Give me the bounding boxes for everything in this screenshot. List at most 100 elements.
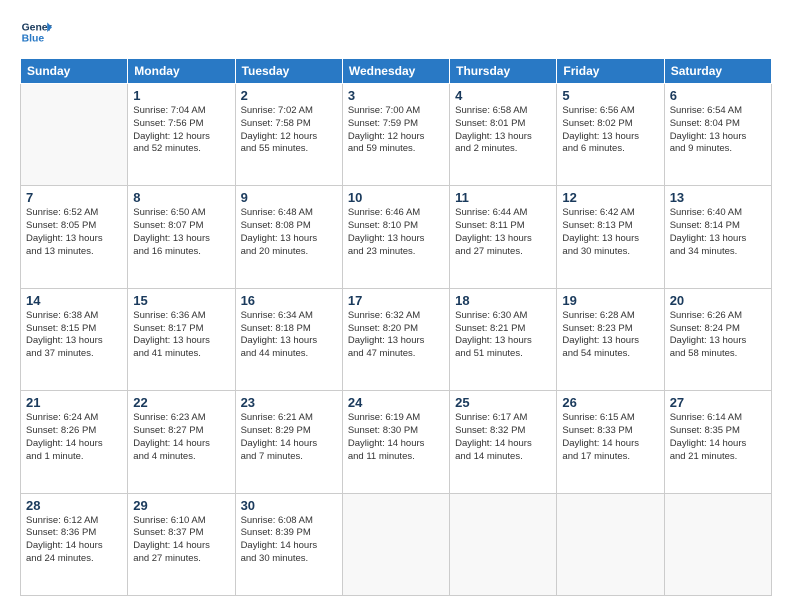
day-number: 19 bbox=[562, 293, 658, 308]
day-info: Sunrise: 6:23 AM Sunset: 8:27 PM Dayligh… bbox=[133, 412, 229, 463]
calendar-cell bbox=[664, 493, 771, 595]
day-info: Sunrise: 7:00 AM Sunset: 7:59 PM Dayligh… bbox=[348, 105, 444, 156]
day-number: 25 bbox=[455, 395, 551, 410]
day-number: 2 bbox=[241, 88, 337, 103]
calendar-cell bbox=[21, 84, 128, 186]
calendar-cell: 14 Sunrise: 6:38 AM Sunset: 8:15 PM Dayli… bbox=[21, 288, 128, 390]
weekday-header-cell: Tuesday bbox=[235, 59, 342, 84]
weekday-header-cell: Sunday bbox=[21, 59, 128, 84]
calendar-cell: 1 Sunrise: 7:04 AM Sunset: 7:56 PM Daylig… bbox=[128, 84, 235, 186]
calendar-week: 7 Sunrise: 6:52 AM Sunset: 8:05 PM Daylig… bbox=[21, 186, 772, 288]
calendar-cell: 28Sunrise: 6:12 AM Sunset: 8:36 PM Dayli… bbox=[21, 493, 128, 595]
logo: General Blue bbox=[20, 16, 52, 48]
weekday-header-cell: Monday bbox=[128, 59, 235, 84]
day-info: Sunrise: 6:52 AM Sunset: 8:05 PM Dayligh… bbox=[26, 207, 122, 258]
day-number: 26 bbox=[562, 395, 658, 410]
day-number: 1 bbox=[133, 88, 229, 103]
calendar-cell: 3 Sunrise: 7:00 AM Sunset: 7:59 PM Daylig… bbox=[342, 84, 449, 186]
calendar-table: SundayMondayTuesdayWednesdayThursdayFrid… bbox=[20, 58, 772, 596]
calendar-cell: 26 Sunrise: 6:15 AM Sunset: 8:33 PM Dayli… bbox=[557, 391, 664, 493]
calendar-cell bbox=[450, 493, 557, 595]
day-number: 4 bbox=[455, 88, 551, 103]
calendar-cell: 15Sunrise: 6:36 AM Sunset: 8:17 PM Dayli… bbox=[128, 288, 235, 390]
day-info: Sunrise: 6:10 AM Sunset: 8:37 PM Dayligh… bbox=[133, 515, 229, 566]
day-info: Sunrise: 6:58 AM Sunset: 8:01 PM Dayligh… bbox=[455, 105, 551, 156]
day-info: Sunrise: 6:44 AM Sunset: 8:11 PM Dayligh… bbox=[455, 207, 551, 258]
day-number: 24 bbox=[348, 395, 444, 410]
day-number: 10 bbox=[348, 190, 444, 205]
day-info: Sunrise: 6:54 AM Sunset: 8:04 PM Dayligh… bbox=[670, 105, 766, 156]
day-number: 17 bbox=[348, 293, 444, 308]
day-number: 11 bbox=[455, 190, 551, 205]
calendar-cell: 16Sunrise: 6:34 AM Sunset: 8:18 PM Dayli… bbox=[235, 288, 342, 390]
calendar-cell: 8 Sunrise: 6:50 AM Sunset: 8:07 PM Daylig… bbox=[128, 186, 235, 288]
day-info: Sunrise: 6:50 AM Sunset: 8:07 PM Dayligh… bbox=[133, 207, 229, 258]
day-info: Sunrise: 6:26 AM Sunset: 8:24 PM Dayligh… bbox=[670, 310, 766, 361]
day-info: Sunrise: 6:48 AM Sunset: 8:08 PM Dayligh… bbox=[241, 207, 337, 258]
weekday-header-cell: Wednesday bbox=[342, 59, 449, 84]
day-info: Sunrise: 6:24 AM Sunset: 8:26 PM Dayligh… bbox=[26, 412, 122, 463]
calendar-cell: 20 Sunrise: 6:26 AM Sunset: 8:24 PM Dayli… bbox=[664, 288, 771, 390]
day-number: 23 bbox=[241, 395, 337, 410]
day-info: Sunrise: 6:42 AM Sunset: 8:13 PM Dayligh… bbox=[562, 207, 658, 258]
weekday-header-cell: Thursday bbox=[450, 59, 557, 84]
calendar-cell: 13 Sunrise: 6:40 AM Sunset: 8:14 PM Dayli… bbox=[664, 186, 771, 288]
day-info: Sunrise: 6:17 AM Sunset: 8:32 PM Dayligh… bbox=[455, 412, 551, 463]
calendar-cell: 24 Sunrise: 6:19 AM Sunset: 8:30 PM Dayli… bbox=[342, 391, 449, 493]
day-number: 15 bbox=[133, 293, 229, 308]
calendar-cell: 23 Sunrise: 6:21 AM Sunset: 8:29 PM Dayli… bbox=[235, 391, 342, 493]
day-info: Sunrise: 6:46 AM Sunset: 8:10 PM Dayligh… bbox=[348, 207, 444, 258]
calendar-cell: 29 Sunrise: 6:10 AM Sunset: 8:37 PM Dayli… bbox=[128, 493, 235, 595]
page: General Blue SundayMondayTuesdayWednesda… bbox=[0, 0, 792, 612]
calendar-cell: 5 Sunrise: 6:56 AM Sunset: 8:02 PM Daylig… bbox=[557, 84, 664, 186]
day-number: 12 bbox=[562, 190, 658, 205]
day-number: 30 bbox=[241, 498, 337, 513]
day-info: Sunrise: 6:14 AM Sunset: 8:35 PM Dayligh… bbox=[670, 412, 766, 463]
calendar-cell: 12 Sunrise: 6:42 AM Sunset: 8:13 PM Dayli… bbox=[557, 186, 664, 288]
calendar-body: 1 Sunrise: 7:04 AM Sunset: 7:56 PM Daylig… bbox=[21, 84, 772, 596]
logo-icon: General Blue bbox=[20, 16, 52, 48]
weekday-header-cell: Friday bbox=[557, 59, 664, 84]
day-number: 5 bbox=[562, 88, 658, 103]
calendar-cell: 18 Sunrise: 6:30 AM Sunset: 8:21 PM Dayli… bbox=[450, 288, 557, 390]
day-info: Sunrise: 6:38 AM Sunset: 8:15 PM Dayligh… bbox=[26, 310, 122, 361]
svg-text:Blue: Blue bbox=[22, 34, 45, 45]
calendar-cell: 11 Sunrise: 6:44 AM Sunset: 8:11 PM Dayli… bbox=[450, 186, 557, 288]
calendar-cell: 30Sunrise: 6:08 AM Sunset: 8:39 PM Dayli… bbox=[235, 493, 342, 595]
day-info: Sunrise: 7:04 AM Sunset: 7:56 PM Dayligh… bbox=[133, 105, 229, 156]
day-info: Sunrise: 6:40 AM Sunset: 8:14 PM Dayligh… bbox=[670, 207, 766, 258]
calendar-week: 1 Sunrise: 7:04 AM Sunset: 7:56 PM Daylig… bbox=[21, 84, 772, 186]
day-info: Sunrise: 6:32 AM Sunset: 8:20 PM Dayligh… bbox=[348, 310, 444, 361]
day-number: 13 bbox=[670, 190, 766, 205]
calendar-cell: 10 Sunrise: 6:46 AM Sunset: 8:10 PM Dayli… bbox=[342, 186, 449, 288]
day-number: 18 bbox=[455, 293, 551, 308]
calendar-week: 21Sunrise: 6:24 AM Sunset: 8:26 PM Dayli… bbox=[21, 391, 772, 493]
calendar-cell: 25 Sunrise: 6:17 AM Sunset: 8:32 PM Dayli… bbox=[450, 391, 557, 493]
day-info: Sunrise: 6:19 AM Sunset: 8:30 PM Dayligh… bbox=[348, 412, 444, 463]
calendar-cell: 19Sunrise: 6:28 AM Sunset: 8:23 PM Dayli… bbox=[557, 288, 664, 390]
calendar-week: 28Sunrise: 6:12 AM Sunset: 8:36 PM Dayli… bbox=[21, 493, 772, 595]
day-info: Sunrise: 6:30 AM Sunset: 8:21 PM Dayligh… bbox=[455, 310, 551, 361]
day-number: 3 bbox=[348, 88, 444, 103]
day-number: 16 bbox=[241, 293, 337, 308]
day-number: 29 bbox=[133, 498, 229, 513]
day-info: Sunrise: 6:15 AM Sunset: 8:33 PM Dayligh… bbox=[562, 412, 658, 463]
day-number: 6 bbox=[670, 88, 766, 103]
weekday-header: SundayMondayTuesdayWednesdayThursdayFrid… bbox=[21, 59, 772, 84]
day-number: 20 bbox=[670, 293, 766, 308]
calendar-cell: 6 Sunrise: 6:54 AM Sunset: 8:04 PM Daylig… bbox=[664, 84, 771, 186]
calendar-cell: 22 Sunrise: 6:23 AM Sunset: 8:27 PM Dayli… bbox=[128, 391, 235, 493]
day-info: Sunrise: 6:56 AM Sunset: 8:02 PM Dayligh… bbox=[562, 105, 658, 156]
day-number: 27 bbox=[670, 395, 766, 410]
calendar-cell: 21Sunrise: 6:24 AM Sunset: 8:26 PM Dayli… bbox=[21, 391, 128, 493]
calendar-cell: 4 Sunrise: 6:58 AM Sunset: 8:01 PM Daylig… bbox=[450, 84, 557, 186]
day-number: 22 bbox=[133, 395, 229, 410]
day-number: 8 bbox=[133, 190, 229, 205]
calendar-cell: 2Sunrise: 7:02 AM Sunset: 7:58 PM Daylig… bbox=[235, 84, 342, 186]
header: General Blue bbox=[20, 16, 772, 48]
day-number: 7 bbox=[26, 190, 122, 205]
day-info: Sunrise: 6:21 AM Sunset: 8:29 PM Dayligh… bbox=[241, 412, 337, 463]
day-number: 14 bbox=[26, 293, 122, 308]
day-number: 28 bbox=[26, 498, 122, 513]
calendar-cell bbox=[342, 493, 449, 595]
